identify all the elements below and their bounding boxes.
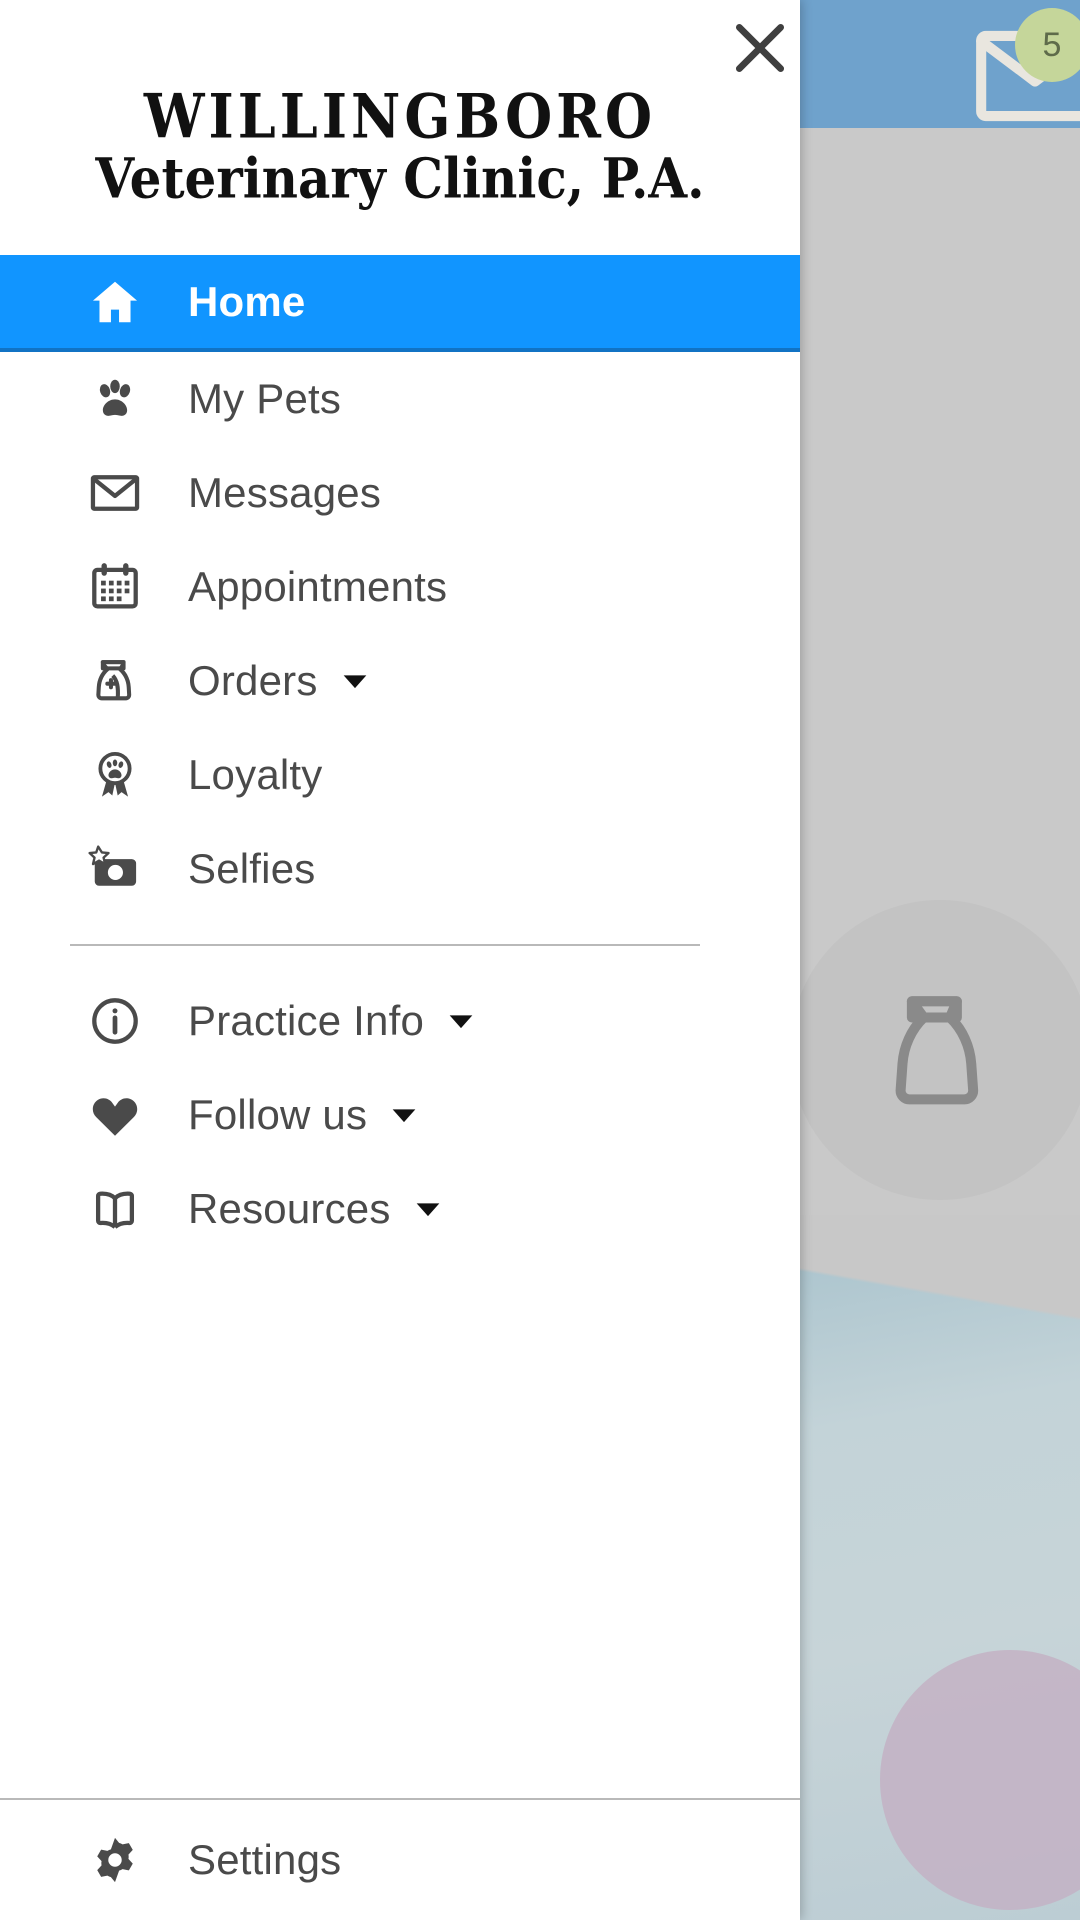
close-icon bbox=[735, 23, 785, 73]
paw-print-icon bbox=[86, 370, 144, 428]
info-circle-icon bbox=[86, 992, 144, 1050]
clinic-name-line1: WILLINGBORO bbox=[143, 80, 657, 153]
envelope-icon bbox=[86, 464, 144, 522]
nav-item-appointments[interactable]: Appointments bbox=[0, 540, 800, 634]
nav-item-loyalty[interactable]: Loyalty bbox=[0, 728, 800, 822]
nav-label: My Pets bbox=[188, 375, 342, 422]
drawer-footer: Settings bbox=[0, 1798, 800, 1920]
nav-label: Practice Info bbox=[188, 997, 425, 1044]
nav-label: Appointments bbox=[188, 563, 448, 610]
nav-label: Settings bbox=[188, 1836, 342, 1883]
message-count-badge: 5 bbox=[1015, 8, 1080, 82]
chevron-down-icon[interactable] bbox=[338, 664, 372, 698]
nav-item-messages[interactable]: Messages bbox=[0, 446, 800, 540]
home-icon bbox=[86, 273, 144, 331]
nav-item-follow-us[interactable]: Follow us bbox=[0, 1068, 800, 1162]
drawer-nav: Home My Pets Messages Appointments Order… bbox=[0, 255, 800, 1798]
nav-item-orders[interactable]: Orders bbox=[0, 634, 800, 728]
nav-label: Home bbox=[188, 277, 306, 325]
nav-item-my-pets[interactable]: My Pets bbox=[0, 352, 800, 446]
nav-label: Selfies bbox=[188, 845, 316, 892]
pet-food-bag-icon bbox=[895, 996, 979, 1105]
chevron-down-icon[interactable] bbox=[411, 1192, 445, 1226]
nav-label: Orders bbox=[188, 657, 318, 704]
clinic-logo: WILLINGBORO Veterinary Clinic, P.A. bbox=[0, 0, 800, 255]
heart-icon bbox=[86, 1086, 144, 1144]
nav-label: Resources bbox=[188, 1185, 391, 1232]
pet-food-bag-icon bbox=[86, 652, 144, 710]
nav-item-selfies[interactable]: Selfies bbox=[0, 822, 800, 916]
open-book-icon bbox=[86, 1180, 144, 1238]
nav-item-practice-info[interactable]: Practice Info bbox=[0, 974, 800, 1068]
clinic-name-line2: Veterinary Clinic, P.A. bbox=[95, 146, 705, 212]
nav-item-resources[interactable]: Resources bbox=[0, 1162, 800, 1256]
nav-item-settings[interactable]: Settings bbox=[0, 1800, 800, 1920]
chevron-down-icon[interactable] bbox=[444, 1004, 478, 1038]
navigation-drawer: WILLINGBORO Veterinary Clinic, P.A. Home bbox=[0, 0, 800, 1920]
nav-label: Follow us bbox=[188, 1091, 368, 1138]
camera-star-icon bbox=[86, 840, 144, 898]
nav-label: Messages bbox=[188, 469, 382, 516]
background-orders-tile bbox=[790, 900, 1080, 1200]
close-drawer-button[interactable] bbox=[712, 0, 808, 96]
award-ribbon-paw-icon bbox=[86, 746, 144, 804]
nav-label: Loyalty bbox=[188, 751, 323, 798]
gear-icon bbox=[86, 1831, 144, 1889]
nav-item-home[interactable]: Home bbox=[0, 255, 800, 352]
calendar-icon bbox=[86, 558, 144, 616]
chevron-down-icon[interactable] bbox=[387, 1098, 421, 1132]
app-screen: 5 WILLINGBORO Veterinary Clinic, P.A. Ho… bbox=[0, 0, 1080, 1920]
nav-divider bbox=[70, 944, 700, 946]
